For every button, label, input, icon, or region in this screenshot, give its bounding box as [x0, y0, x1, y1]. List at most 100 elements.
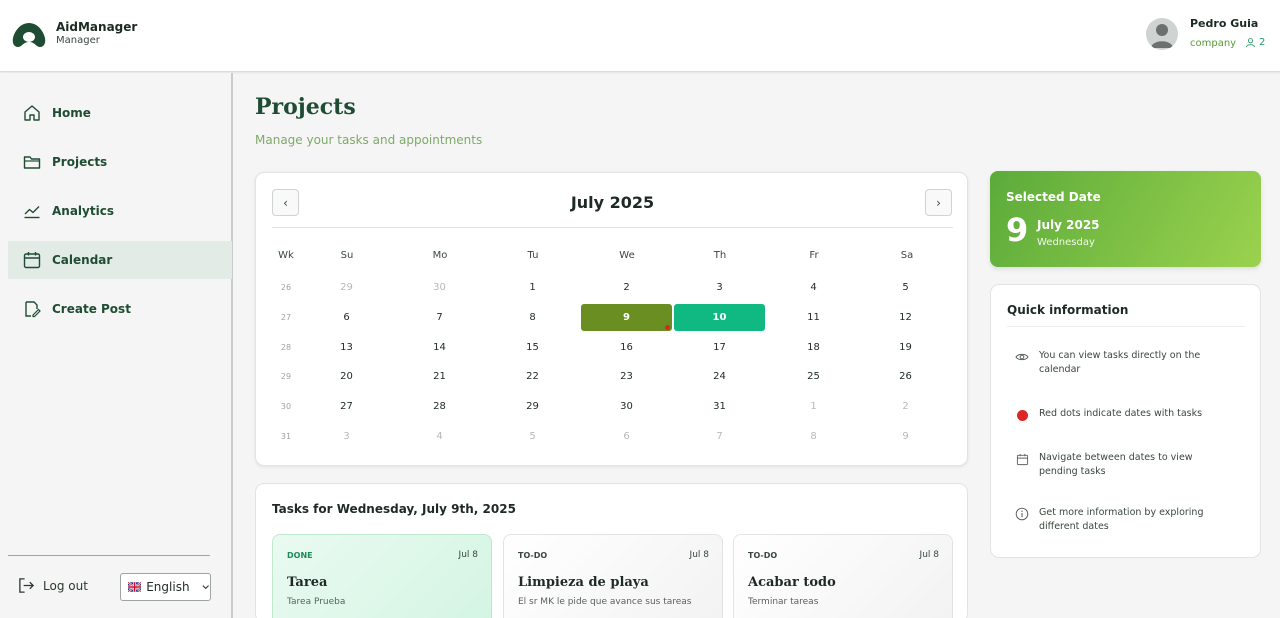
calendar-day-number: 8 [810, 431, 817, 442]
brand-name: AidManager [56, 20, 138, 34]
task-name: Limpieza de playa [518, 575, 649, 590]
calendar-day[interactable]: 25 [768, 363, 859, 390]
calendar-day[interactable]: 8 [768, 423, 859, 450]
chevron-down-icon [202, 585, 209, 590]
calendar-day[interactable]: 16 [581, 334, 672, 361]
calendar-card: ‹ July 2025 › Wk Su Mo Tu We Th Fr Sa 26 29 30 1 2 3 4… [255, 172, 968, 466]
logout-button[interactable]: Log out [18, 577, 88, 594]
next-month-button[interactable]: › [925, 189, 952, 216]
uk-flag-icon [128, 582, 142, 592]
task-card[interactable]: DONE Jul 8 Tarea Tarea Prueba [272, 534, 492, 618]
tasks-title: Tasks for Wednesday, July 9th, 2025 [272, 502, 516, 516]
calendar-day-number: 9 [623, 312, 630, 323]
calendar-day[interactable]: 23 [581, 363, 672, 390]
calendar-day[interactable]: 5 [487, 423, 578, 450]
calendar-day[interactable]: 27 [301, 393, 392, 420]
calendar-day[interactable]: 18 [768, 334, 859, 361]
calendar-day[interactable]: 29 [301, 274, 392, 301]
calendar-day[interactable]: 6 [581, 423, 672, 450]
calendar-day-number: 29 [526, 401, 539, 412]
calendar-day[interactable]: 29 [487, 393, 578, 420]
calendar-day-number: 6 [343, 312, 350, 323]
sidebar-item-create-post[interactable]: Create Post [8, 290, 232, 328]
calendar-header-th: Th [713, 250, 727, 261]
calendar-day-number: 19 [899, 342, 912, 353]
logout-icon [19, 578, 35, 593]
calendar-day[interactable]: 31 [674, 393, 765, 420]
calendar-day-number: 4 [436, 431, 443, 442]
calendar-day[interactable]: 2 [581, 274, 672, 301]
calendar-day[interactable]: 4 [394, 423, 485, 450]
calendar-day[interactable]: 9 [860, 423, 951, 450]
calendar-day-number: 7 [716, 431, 723, 442]
top-header: AidManager Manager Pedro Guia company 2 [0, 0, 1280, 72]
calendar-day[interactable]: 13 [301, 334, 392, 361]
calendar-day-number: 23 [620, 371, 633, 382]
calendar-day[interactable]: 21 [394, 363, 485, 390]
calendar-day[interactable]: 24 [674, 363, 765, 390]
calendar-day[interactable]: 30 [394, 274, 485, 301]
calendar-day[interactable]: 22 [487, 363, 578, 390]
calendar-day[interactable]: 17 [674, 334, 765, 361]
calendar-day-number: 11 [807, 312, 820, 323]
calendar-day[interactable]: 1 [768, 393, 859, 420]
sidebar: Home Projects Analytics Calendar Create … [0, 73, 233, 618]
task-card[interactable]: TO-DO Jul 8 Acabar todo Terminar tareas [733, 534, 953, 618]
calendar-day[interactable]: 7 [394, 304, 485, 331]
calendar-day[interactable]: 4 [768, 274, 859, 301]
calendar-day-number: 28 [433, 401, 446, 412]
calendar-day[interactable]: 3 [674, 274, 765, 301]
task-card[interactable]: TO-DO Jul 8 Limpieza de playa El sr MK l… [503, 534, 723, 618]
eye-icon [1015, 353, 1029, 361]
page-title: Projects [255, 94, 356, 120]
avatar[interactable] [1146, 18, 1178, 50]
calendar-day[interactable]: 7 [674, 423, 765, 450]
aidmanager-logo-icon[interactable] [12, 22, 46, 48]
user-role: company [1190, 38, 1237, 49]
quick-info-divider [1007, 326, 1245, 327]
sidebar-item-calendar[interactable]: Calendar [8, 241, 232, 279]
calendar-day[interactable]: 1 [487, 274, 578, 301]
calendar-day-number: 18 [807, 342, 820, 353]
calendar-day-number: 4 [810, 282, 817, 293]
user-silhouette-icon [1151, 24, 1173, 48]
calendar-day[interactable]: 19 [860, 334, 951, 361]
calendar-day[interactable]: 30 [581, 393, 672, 420]
calendar-day[interactable]: 20 [301, 363, 392, 390]
calendar-day[interactable]: 15 [487, 334, 578, 361]
user-name: Pedro Guia [1190, 17, 1259, 30]
calendar-day-number: 15 [526, 342, 539, 353]
calendar-day-number: 1 [529, 282, 536, 293]
calendar-day-number: 27 [340, 401, 353, 412]
calendar-day[interactable]: 14 [394, 334, 485, 361]
calendar-day-number: 16 [620, 342, 633, 353]
sidebar-item-projects[interactable]: Projects [8, 143, 232, 181]
quick-info-title: Quick information [1007, 303, 1129, 317]
calendar-day[interactable]: 12 [860, 304, 951, 331]
sidebar-item-home[interactable]: Home [8, 94, 232, 132]
calendar-day-number: 22 [526, 371, 539, 382]
calendar-day[interactable]: 11 [768, 304, 859, 331]
calendar-day-selected[interactable]: 9 [581, 304, 672, 331]
calendar-day-number: 5 [529, 431, 536, 442]
calendar-day-number: 17 [713, 342, 726, 353]
calendar-day[interactable]: 5 [860, 274, 951, 301]
sidebar-item-analytics[interactable]: Analytics [8, 192, 232, 230]
calendar-day[interactable]: 28 [394, 393, 485, 420]
quick-info-card: Quick information You can view tasks dir… [990, 284, 1261, 558]
edit-post-icon [25, 301, 41, 318]
calendar-day[interactable]: 3 [301, 423, 392, 450]
quick-info-text: Get more information by exploring differ… [1039, 507, 1204, 532]
calendar-day-number: 3 [716, 282, 723, 293]
calendar-header-wk: Wk [278, 250, 294, 261]
calendar-day-today[interactable]: 10 [674, 304, 765, 331]
calendar-day[interactable]: 2 [860, 393, 951, 420]
language-select[interactable]: English [120, 573, 211, 601]
calendar-day[interactable]: 6 [301, 304, 392, 331]
calendar-day-number: 3 [343, 431, 350, 442]
calendar-day[interactable]: 8 [487, 304, 578, 331]
calendar-day[interactable]: 26 [860, 363, 951, 390]
quick-info-text: Red dots indicate dates with tasks [1039, 408, 1203, 419]
calendar-divider [272, 227, 953, 228]
task-description: Terminar tareas [748, 597, 819, 607]
